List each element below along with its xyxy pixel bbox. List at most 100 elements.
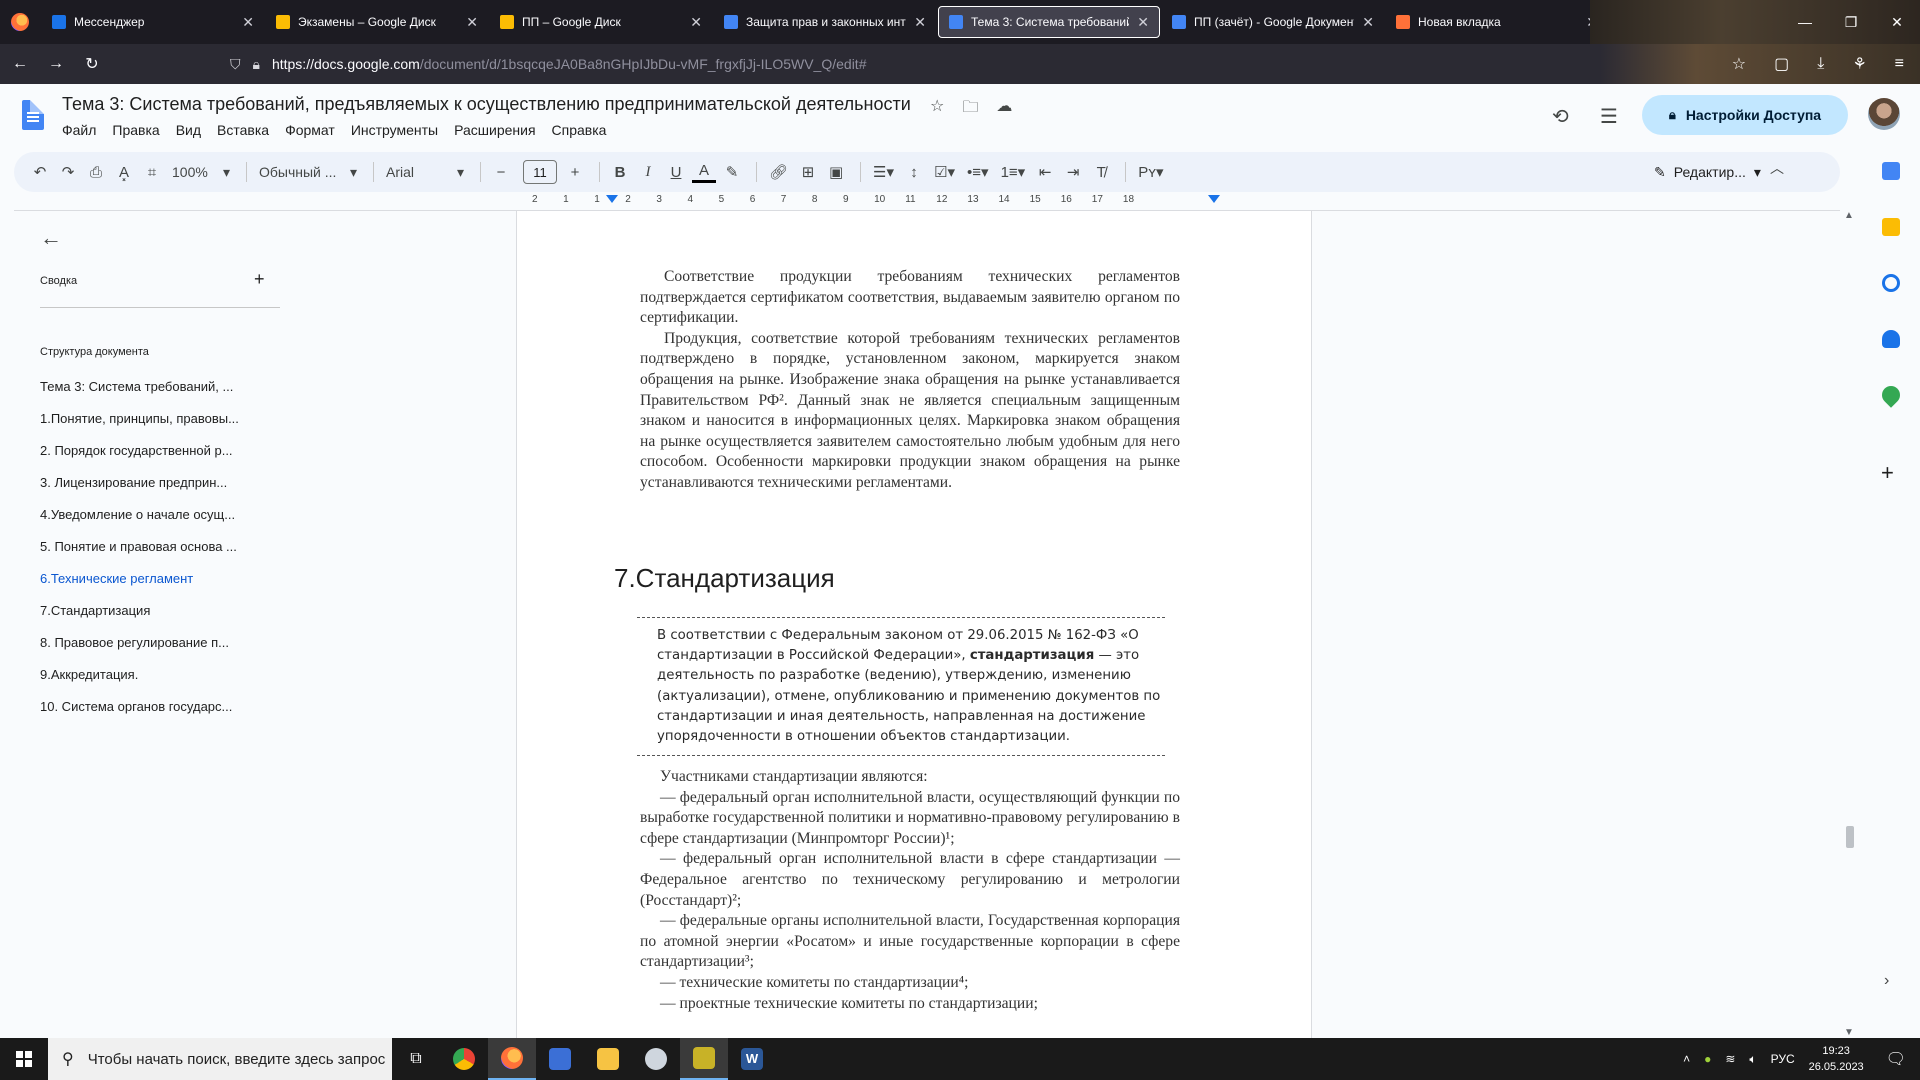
menu-item[interactable]: Справка [552,122,607,138]
file-explorer-icon[interactable] [584,1038,632,1080]
app-tray-icon[interactable]: ● [1704,1052,1711,1066]
menu-item[interactable]: Вставка [217,122,269,138]
pocket-icon[interactable]: ▢ [1774,54,1789,74]
url-bar[interactable]: ⛉ 🔒︎ https://docs.google.com /document/d… [230,50,1650,78]
bold-icon[interactable]: B [608,158,632,186]
word-icon[interactable]: W [728,1038,776,1080]
task-view-icon[interactable]: ⧉ [392,1038,440,1080]
outline-item[interactable]: 4.Уведомление о начале осущ... [40,507,280,539]
clock[interactable]: 19:23 26.05.2023 [1809,1043,1864,1075]
start-button[interactable] [0,1038,48,1080]
comments-icon[interactable]: ☰ [1600,104,1618,129]
extensions-icon[interactable]: ⚘ [1852,54,1866,74]
menu-item[interactable]: Правка [112,122,159,138]
wifi-icon[interactable]: ≋ [1725,1052,1735,1066]
outline-item[interactable]: 6.Технические регламент [40,571,280,603]
browser-tab[interactable]: Новая вкладка✕ [1386,6,1608,38]
downloads-icon[interactable]: ⤓ [1817,55,1824,73]
close-tab-icon[interactable]: ✕ [914,14,926,31]
star-icon[interactable]: ☆ [930,96,944,123]
undo-icon[interactable]: ↶ [28,158,52,186]
save-app-icon[interactable] [536,1038,584,1080]
close-tab-icon[interactable]: ✕ [690,14,702,31]
document-title[interactable]: Тема 3: Система требований, предъявляемы… [62,94,911,115]
app-icon-ball[interactable] [632,1038,680,1080]
highlight-color-icon[interactable]: ✎ [720,158,744,186]
font-select[interactable]: Arial ▾ [382,158,468,186]
add-comment-icon[interactable]: ⊞ [796,158,820,186]
outline-item[interactable]: 7.Стандартизация [40,603,280,635]
text-color-icon[interactable]: A [692,161,716,183]
tasks-icon[interactable] [1882,274,1900,292]
ruler[interactable]: 2 1 1 2 3 4 5 6 7 8 9 10 11 12 13 14 15 16 17 18 [514,193,1310,209]
firefox-taskbar-icon[interactable] [488,1038,536,1080]
outline-item[interactable]: Тема 3: Система требований, ... [40,379,280,411]
paint-format-icon[interactable]: ⌗ [140,158,164,186]
italic-icon[interactable]: I [636,158,660,186]
app-menu-icon[interactable]: ≡ [1895,55,1904,73]
shield-icon[interactable]: ⛉ [230,56,241,73]
hide-menus-chevron-icon[interactable]: ︿ [1770,158,1784,178]
close-window-icon[interactable]: ✕ [1874,14,1920,31]
paragraph-style-select[interactable]: Обычный ... ▾ [255,158,361,186]
align-icon[interactable]: ☰▾ [869,158,898,186]
share-button[interactable]: 🔒︎ Настройки Доступа [1642,95,1848,135]
menu-item[interactable]: Вид [176,122,201,138]
bookmark-star-icon[interactable]: ☆ [1732,54,1746,74]
cloud-status-icon[interactable]: ☁︎ [996,96,1012,123]
scroll-up-icon[interactable]: ▲ [1844,210,1854,221]
menu-item[interactable]: Инструменты [351,122,438,138]
close-tab-icon[interactable]: ✕ [1137,14,1149,31]
bulleted-list-icon[interactable]: •≡▾ [963,158,993,186]
insert-image-icon[interactable]: ▣ [824,158,848,186]
increase-font-size-icon[interactable]: + [563,158,587,186]
avatar[interactable] [1868,98,1900,130]
google-docs-logo-icon[interactable] [22,100,44,130]
document-page[interactable]: Соответствие продукции требованиям техни… [516,211,1312,1038]
move-folder-icon[interactable]: 🗀︎ [962,96,978,123]
input-tools-icon[interactable]: Pʏ▾ [1134,158,1167,186]
notifications-icon[interactable]: 🗨︎ [1886,1049,1906,1069]
keep-icon[interactable] [1882,218,1900,236]
taskbar-search[interactable]: ⚲ Чтобы начать поиск, введите здесь запр… [48,1038,392,1080]
increase-indent-icon[interactable]: ⇥ [1061,158,1085,186]
tray-chevron-icon[interactable]: ˄ [1683,1052,1690,1066]
outline-item[interactable]: 5. Понятие и правовая основа ... [40,539,280,571]
add-summary-icon[interactable]: + [254,269,265,290]
version-history-icon[interactable]: ⟲ [1552,104,1569,129]
back-icon[interactable]: ← [4,55,36,73]
outline-item[interactable]: 10. Система органов государс... [40,699,280,731]
firefox-menu-icon[interactable] [0,0,40,44]
show-side-panel-chevron-icon[interactable]: › [1884,972,1889,990]
decrease-font-size-icon[interactable]: − [489,158,513,186]
vertical-scrollbar[interactable]: ▲ ▼ [1840,210,1860,1038]
close-outline-arrow-icon[interactable]: ← [40,225,62,251]
volume-icon[interactable]: 🔈︎ [1749,1052,1756,1067]
insert-link-icon[interactable]: 🔗︎ [765,158,792,186]
chrome-icon[interactable] [440,1038,488,1080]
calendar-icon[interactable] [1882,162,1900,180]
clear-formatting-icon[interactable]: T̸ [1089,158,1113,186]
decrease-indent-icon[interactable]: ⇤ [1033,158,1057,186]
lock-icon[interactable]: 🔒︎ [253,56,260,73]
menu-item[interactable]: Формат [285,122,335,138]
numbered-list-icon[interactable]: 1≡▾ [997,158,1030,186]
editing-mode-select[interactable]: ✎ Редактир... ▾ [1654,158,1761,186]
left-indent-marker[interactable] [606,195,618,203]
outline-item[interactable]: 3. Лицензирование предприн... [40,475,280,507]
scrollbar-thumb[interactable] [1846,826,1854,848]
browser-tab[interactable]: ПП – Google Диск ✕ [490,6,712,38]
line-spacing-icon[interactable]: ↕ [902,158,926,186]
close-tab-icon[interactable]: ✕ [1362,14,1374,31]
right-indent-marker[interactable] [1208,195,1220,203]
add-addon-icon[interactable]: + [1881,460,1894,486]
forward-icon[interactable]: → [40,55,72,73]
maximize-icon[interactable]: ❐ [1828,14,1874,31]
browser-tab[interactable]: Защита прав и законных инте ✕ [714,6,936,38]
outline-item[interactable]: 9.Аккредитация. [40,667,280,699]
font-size-input[interactable]: 11 [523,160,557,184]
underline-icon[interactable]: U [664,158,688,186]
redo-icon[interactable]: ↷ [56,158,80,186]
scroll-down-icon[interactable]: ▼ [1844,1027,1854,1038]
zoom-select[interactable]: 100% ▾ [168,158,234,186]
